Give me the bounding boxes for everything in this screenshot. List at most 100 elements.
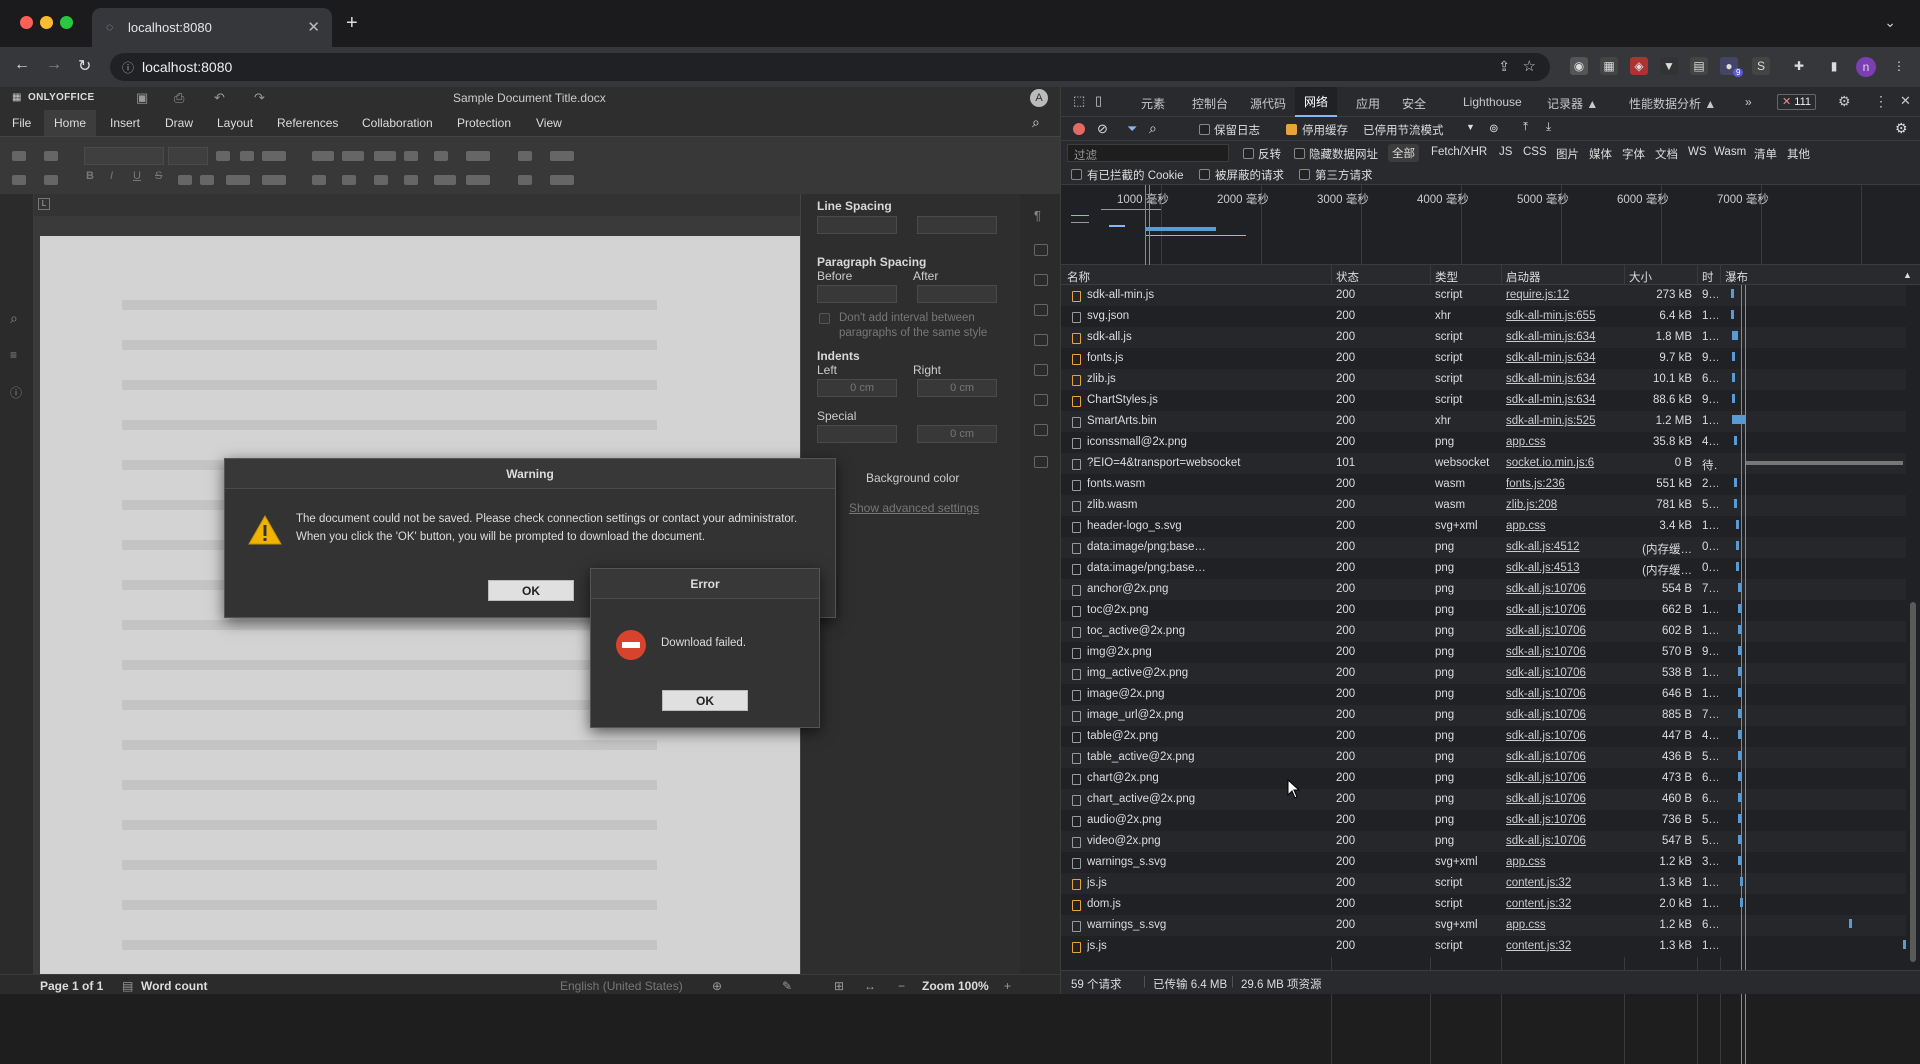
zoom-window-button[interactable] xyxy=(60,16,73,29)
indent-right-field[interactable]: 0 cm xyxy=(917,379,997,397)
zoom-level[interactable]: Zoom 100% xyxy=(922,979,989,993)
extension-icon-3[interactable]: ◈ xyxy=(1630,57,1648,75)
cell-initiator[interactable]: socket.io.min.js:6 xyxy=(1506,457,1621,469)
record-icon[interactable] xyxy=(1073,123,1085,135)
blocked-requests-checkbox[interactable] xyxy=(1199,169,1210,180)
insert-image-icon[interactable] xyxy=(550,175,574,185)
table-row[interactable]: ChartStyles.js 200 script sdk-all-min.js:63… xyxy=(1061,390,1906,411)
font-color-icon[interactable] xyxy=(262,175,286,185)
menu-protection[interactable]: Protection xyxy=(457,116,511,130)
print-icon[interactable]: ⎙ xyxy=(174,90,184,106)
cell-initiator[interactable]: sdk-all-min.js:634 xyxy=(1506,373,1621,385)
fit-page-icon[interactable]: ⊞ xyxy=(834,979,844,993)
mail-merge-icon[interactable] xyxy=(1034,456,1048,468)
change-case-icon[interactable] xyxy=(262,151,286,161)
filter-type-css[interactable]: CSS xyxy=(1523,146,1547,158)
table-row[interactable]: header-logo_s.svg 200 svg+xml app.css 3.4 kB… xyxy=(1061,516,1906,537)
cell-initiator[interactable]: sdk-all.js:10706 xyxy=(1506,772,1621,784)
warning-ok-button[interactable]: OK xyxy=(488,580,574,601)
share-icon[interactable]: ⇪ xyxy=(1498,58,1510,75)
cell-initiator[interactable]: app.css xyxy=(1506,520,1621,532)
increase-font-icon[interactable] xyxy=(216,151,230,161)
table-row[interactable]: data:image/png;base… 200 png sdk-all.js:451… xyxy=(1061,558,1906,579)
justify-icon[interactable] xyxy=(404,175,418,185)
cell-initiator[interactable]: sdk-all-min.js:655 xyxy=(1506,310,1621,322)
bookmark-star-icon[interactable]: ☆ xyxy=(1523,57,1536,75)
filter-type-fetch-xhr[interactable]: Fetch/XHR xyxy=(1431,146,1487,158)
error-count-badge[interactable]: ✕ 111 xyxy=(1777,94,1817,110)
show-advanced-settings-link[interactable]: Show advanced settings xyxy=(849,501,979,515)
cell-initiator[interactable]: sdk-all-min.js:525 xyxy=(1506,415,1621,427)
about-icon[interactable]: ⓘ xyxy=(10,384,22,401)
tab-stop-icon[interactable]: L xyxy=(38,198,50,210)
page-indicator[interactable]: Page 1 of 1 xyxy=(40,979,103,993)
devtools-menu-icon[interactable]: ⋮ xyxy=(1874,93,1888,110)
find-icon[interactable]: ⌕ xyxy=(10,310,18,327)
copy-style-icon[interactable] xyxy=(518,175,532,185)
menu-view[interactable]: View xyxy=(536,116,562,130)
table-row[interactable]: toc@2x.png 200 png sdk-all.js:10706 662 B 1… xyxy=(1061,600,1906,621)
cell-initiator[interactable]: app.css xyxy=(1506,856,1621,868)
table-row[interactable]: audio@2x.png 200 png sdk-all.js:10706 736 B 5… xyxy=(1061,810,1906,831)
table-row[interactable]: table@2x.png 200 png sdk-all.js:10706 447 B 4… xyxy=(1061,726,1906,747)
subscript-icon[interactable] xyxy=(200,175,214,185)
table-row[interactable]: image_url@2x.png 200 png sdk-all.js:10706 88… xyxy=(1061,705,1906,726)
increase-indent-icon[interactable] xyxy=(434,151,448,161)
filter-type-other[interactable]: 其他 xyxy=(1787,146,1810,162)
tab-application[interactable]: 应用 xyxy=(1356,95,1380,112)
sort-up-icon[interactable]: ▲ xyxy=(1903,270,1912,280)
table-row[interactable]: table_active@2x.png 200 png sdk-all.js:1070… xyxy=(1061,747,1906,768)
preserve-log-checkbox[interactable] xyxy=(1199,124,1210,135)
tab-elements[interactable]: 元素 xyxy=(1141,95,1165,112)
table-row[interactable]: fonts.js 200 script sdk-all-min.js:634 9.7 k… xyxy=(1061,348,1906,369)
table-row[interactable]: fonts.wasm 200 wasm fonts.js:236 551 kB 2… xyxy=(1061,474,1906,495)
side-panel-icon[interactable]: ▮ xyxy=(1825,57,1843,75)
settings-gear-icon[interactable]: ⚙ xyxy=(1838,93,1851,110)
special-select[interactable] xyxy=(817,425,897,443)
cell-initiator[interactable]: sdk-all.js:10706 xyxy=(1506,793,1621,805)
cell-initiator[interactable]: sdk-all.js:10706 xyxy=(1506,751,1621,763)
kebab-menu-icon[interactable]: ⋮ xyxy=(1890,57,1908,75)
line-spacing-icon[interactable] xyxy=(466,151,490,161)
table-row[interactable]: sdk-all-min.js 200 script require.js:12 273 … xyxy=(1061,285,1906,306)
col-type[interactable]: 类型 xyxy=(1435,269,1458,285)
table-row[interactable]: img_active@2x.png 200 png sdk-all.js:10706 5… xyxy=(1061,663,1906,684)
filter-type-font[interactable]: 字体 xyxy=(1622,146,1645,162)
menu-collaboration[interactable]: Collaboration xyxy=(362,116,433,130)
table-row[interactable]: zlib.wasm 200 wasm zlib.js:208 781 kB 5… xyxy=(1061,495,1906,516)
profile-avatar[interactable]: n xyxy=(1856,57,1876,77)
paragraph-settings-icon[interactable]: ¶ xyxy=(1034,208,1041,223)
menu-references[interactable]: References xyxy=(277,116,338,130)
menu-draw[interactable]: Draw xyxy=(165,116,193,130)
table-row[interactable]: warnings_s.svg 200 svg+xml app.css 1.2 kB 3… xyxy=(1061,852,1906,873)
background-color-label[interactable]: Background color xyxy=(866,471,959,485)
cell-initiator[interactable]: content.js:32 xyxy=(1506,877,1621,889)
font-size-select[interactable] xyxy=(168,147,208,165)
network-conditions-icon[interactable]: ⊚ xyxy=(1489,121,1499,135)
tab-console[interactable]: 控制台 xyxy=(1192,95,1228,112)
third-party-checkbox[interactable] xyxy=(1299,169,1310,180)
indent-left-field[interactable]: 0 cm xyxy=(817,379,897,397)
cell-initiator[interactable]: zlib.js:208 xyxy=(1506,499,1621,511)
search-network-icon[interactable]: ⌕ xyxy=(1149,120,1157,137)
spellcheck-icon[interactable]: ⊕ xyxy=(712,979,722,993)
line-spacing-value[interactable] xyxy=(917,216,997,234)
cell-initiator[interactable]: sdk-all.js:4512 xyxy=(1506,541,1621,553)
cell-initiator[interactable]: sdk-all-min.js:634 xyxy=(1506,394,1621,406)
filter-type-manifest[interactable]: 清单 xyxy=(1754,146,1777,162)
error-ok-button[interactable]: OK xyxy=(662,690,748,711)
filter-type-ws[interactable]: WS xyxy=(1688,146,1707,158)
more-tabs-icon[interactable]: » xyxy=(1745,95,1752,109)
underline-icon[interactable]: U xyxy=(133,170,141,182)
blocked-cookies-checkbox[interactable] xyxy=(1071,169,1082,180)
extension-icon-1[interactable]: ◉ xyxy=(1570,57,1588,75)
spacing-before-field[interactable] xyxy=(817,285,897,303)
reload-icon[interactable]: ↻ xyxy=(78,56,91,76)
clear-icon[interactable]: ⊘ xyxy=(1097,121,1108,137)
save-icon[interactable]: ▣ xyxy=(136,90,148,106)
network-overview-timeline[interactable]: 1000 毫秒 2000 毫秒 3000 毫秒 4000 毫秒 5000 毫秒 … xyxy=(1061,185,1920,265)
minimize-window-button[interactable] xyxy=(40,16,53,29)
tab-sources[interactable]: 源代码 xyxy=(1250,95,1286,112)
color-scheme-icon[interactable] xyxy=(550,151,574,161)
decrease-indent-icon[interactable] xyxy=(404,151,418,161)
